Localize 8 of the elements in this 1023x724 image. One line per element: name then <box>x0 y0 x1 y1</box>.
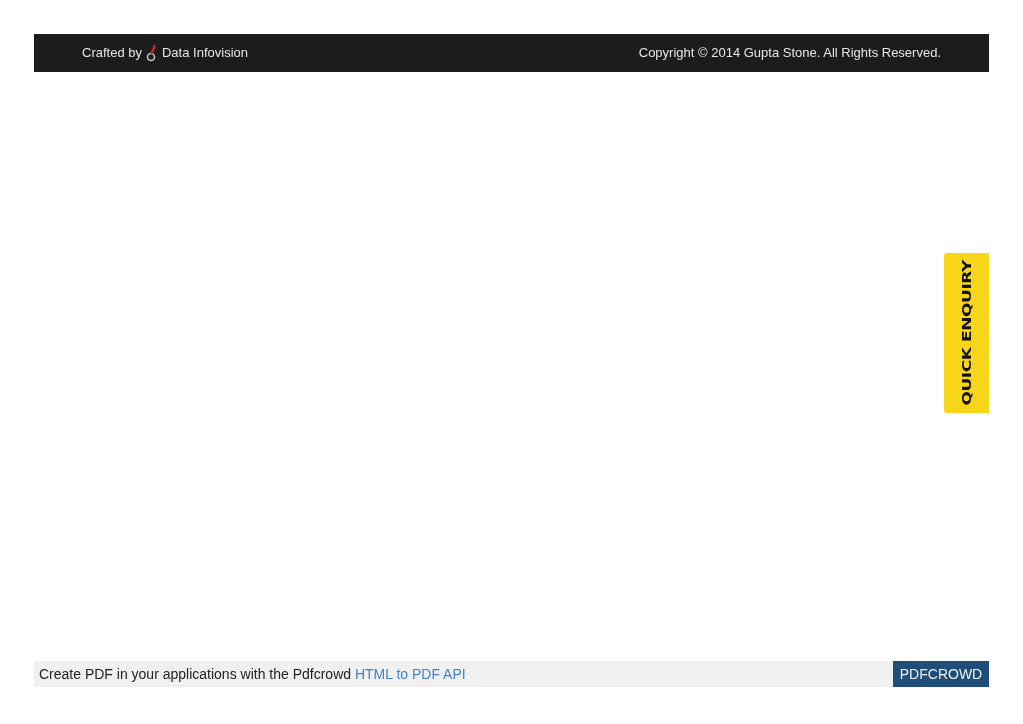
logo-icon <box>146 44 158 62</box>
banner-text: Create PDF in your applications with the Pdfcrowd HTML to PDF API <box>38 664 466 684</box>
quick-enquiry-tab[interactable]: QUICK ENQUIRY <box>944 253 989 413</box>
credit-link[interactable]: Data Infovision <box>162 43 248 63</box>
copyright-text: Copyright © 2014 Gupta Stone. All Rights Reserved. <box>638 44 941 63</box>
pdfcrowd-badge[interactable]: PDFCROWD <box>893 661 989 687</box>
credit-text: Crafted by <box>82 44 142 63</box>
banner-link[interactable]: HTML to PDF API <box>354 665 466 682</box>
